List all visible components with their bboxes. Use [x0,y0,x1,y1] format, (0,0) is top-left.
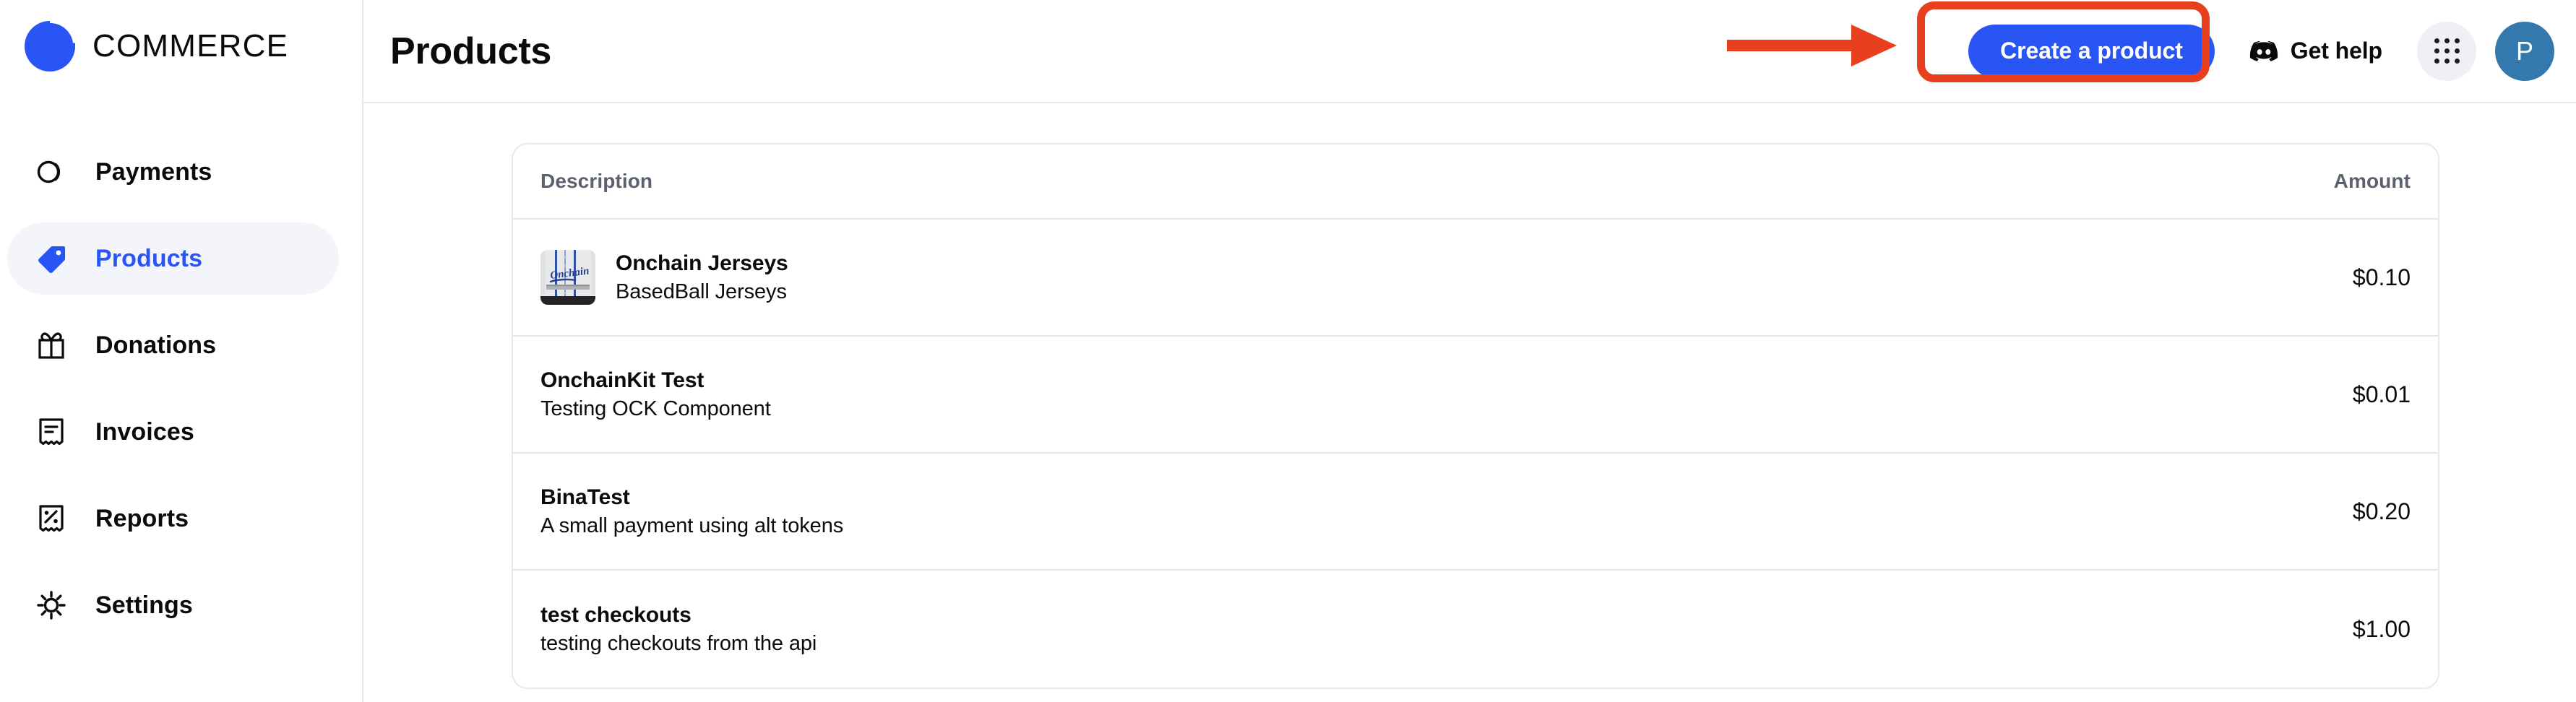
table-row[interactable]: BinaTest A small payment using alt token… [513,454,2438,571]
column-header-amount: Amount [2333,170,2411,192]
product-description: testing checkouts from the api [540,631,817,655]
apps-grid-button[interactable] [2417,21,2476,81]
sidebar-item-label: Payments [95,157,212,186]
products-table-card: Description Amount Onchain Onchain Jerse… [512,143,2439,689]
product-amount: $0.20 [2352,498,2411,524]
table-row[interactable]: OnchainKit Test Testing OCK Component $0… [513,337,2438,454]
product-description: A small payment using alt tokens [540,514,844,537]
sidebar-item-reports[interactable]: Reports [7,482,339,555]
brand-logo[interactable]: COMMERCE [25,20,288,72]
product-description: BasedBall Jerseys [616,280,787,303]
row-description-cell: BinaTest A small payment using alt token… [540,485,2353,538]
row-text-block: test checkouts testing checkouts from th… [540,603,817,656]
main-content: Description Amount Onchain Onchain Jerse… [363,105,2576,702]
column-header-description: Description [540,170,653,192]
get-help-label: Get help [2290,38,2382,64]
sidebar-item-label: Donations [95,331,217,359]
sidebar-item-label: Invoices [95,417,194,446]
brand-name: COMMERCE [92,28,289,64]
row-text-block: BinaTest A small payment using alt token… [540,485,843,538]
payments-icon [35,155,68,188]
sidebar-item-label: Products [95,244,203,272]
sidebar-item-payments[interactable]: Payments [7,136,339,208]
product-name: OnchainKit Test [540,368,705,392]
sidebar-item-settings[interactable]: Settings [7,569,339,641]
row-description-cell: Onchain Onchain Jerseys BasedBall Jersey… [540,250,2353,305]
product-name: Onchain Jerseys [616,251,788,275]
product-name: test checkouts [540,602,692,627]
sidebar-item-donations[interactable]: Donations [7,309,339,381]
page-header: Products Create a product Get help P [363,0,2576,103]
sidebar-item-products[interactable]: Products [7,222,339,295]
product-thumbnail: Onchain [540,250,595,305]
gear-icon [35,589,68,622]
page-title: Products [390,30,551,72]
commerce-dashboard: COMMERCE Payments Products Donations Inv… [0,0,2576,702]
coinbase-commerce-logo-icon [25,21,75,72]
row-description-cell: OnchainKit Test Testing OCK Component [540,368,2353,421]
table-header-row: Description Amount [513,144,2438,220]
row-text-block: Onchain Jerseys BasedBall Jerseys [616,251,788,304]
avatar[interactable]: P [2495,21,2554,81]
create-a-product-button[interactable]: Create a product [1968,24,2215,78]
report-percent-icon [35,502,68,535]
sidebar-nav: Payments Products Donations Invoices Rep… [0,136,363,641]
row-description-cell: test checkouts testing checkouts from th… [540,603,2353,656]
product-description: Testing OCK Component [540,396,771,420]
product-amount: $1.00 [2352,615,2411,642]
row-text-block: OnchainKit Test Testing OCK Component [540,368,771,421]
table-row[interactable]: test checkouts testing checkouts from th… [513,571,2438,688]
sidebar-item-label: Reports [95,504,189,532]
tag-icon [35,242,68,275]
grid-dots-icon [2434,38,2460,64]
sidebar-item-label: Settings [95,591,193,619]
header-actions: Create a product Get help P [1968,21,2554,81]
product-name: BinaTest [540,485,630,509]
product-amount: $0.01 [2352,381,2411,407]
get-help-button[interactable]: Get help [2249,37,2382,66]
receipt-icon [35,415,68,448]
discord-icon [2249,37,2278,66]
sidebar: COMMERCE Payments Products Donations Inv… [0,0,363,702]
product-amount: $0.10 [2352,264,2411,290]
gift-icon [35,329,68,362]
sidebar-item-invoices[interactable]: Invoices [7,396,339,468]
table-row[interactable]: Onchain Onchain Jerseys BasedBall Jersey… [513,220,2438,337]
